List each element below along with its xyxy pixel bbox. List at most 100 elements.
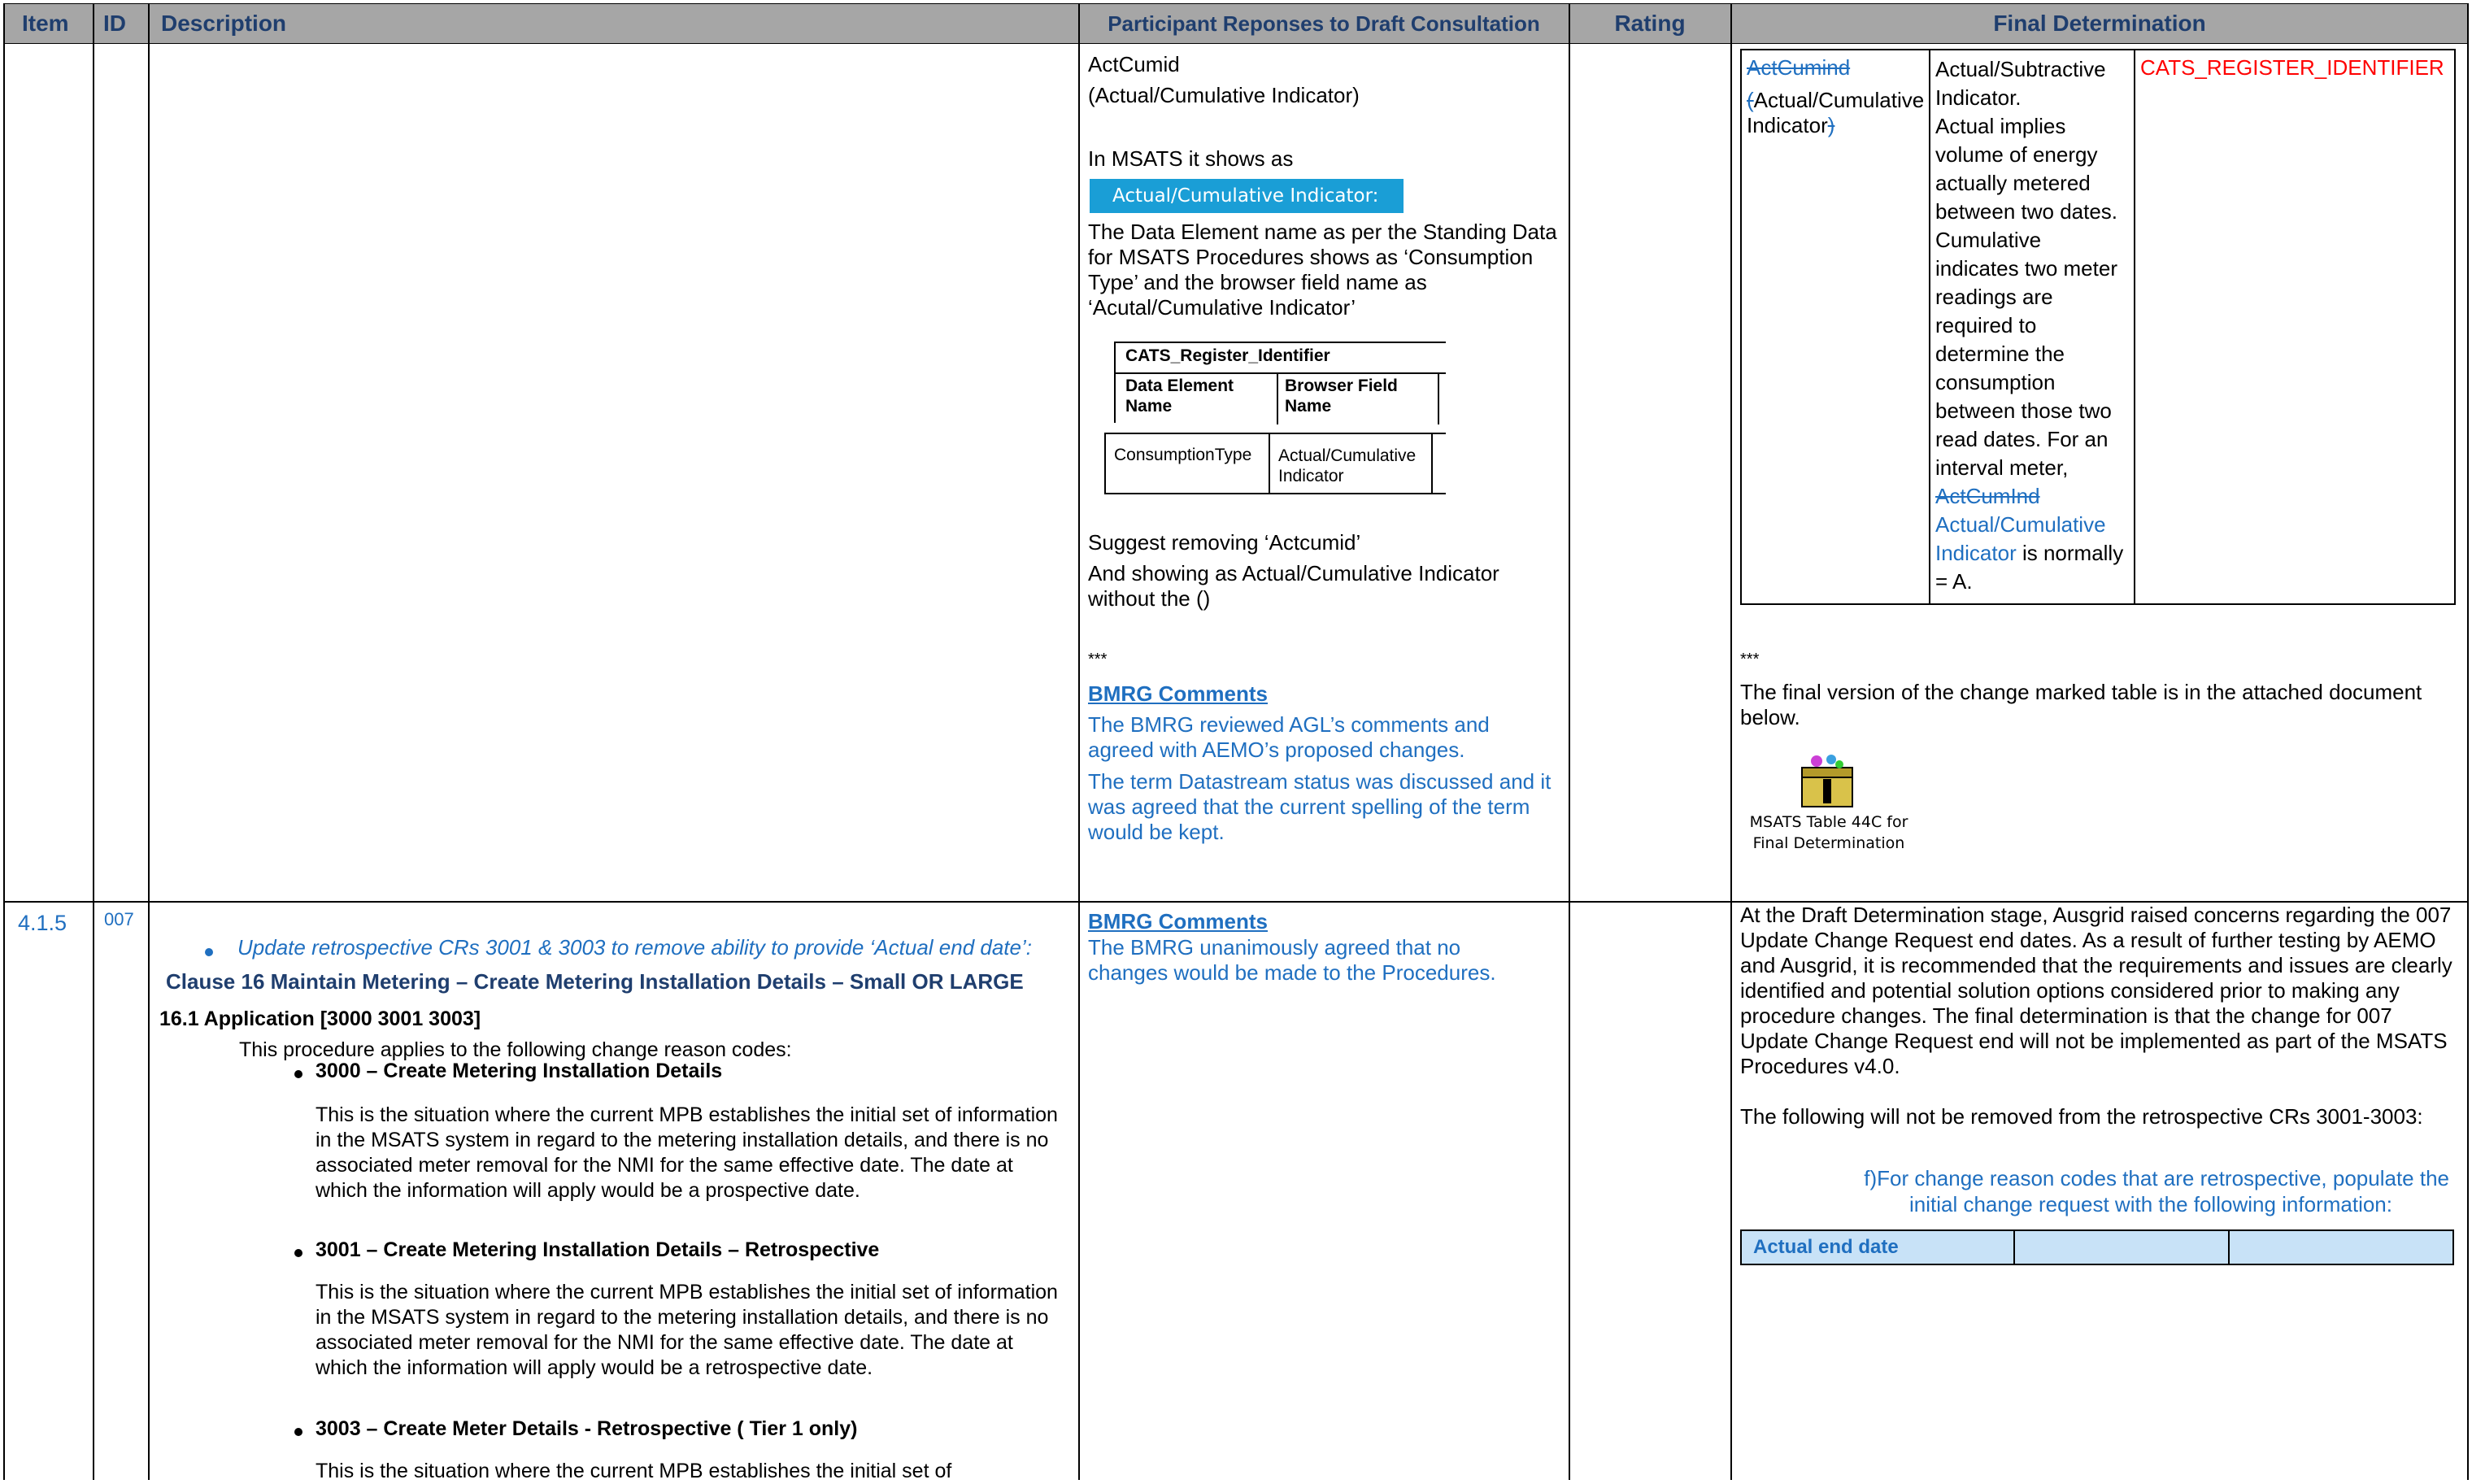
register-table-row-image: ConsumptionType Actual/Cumulative Indica… xyxy=(1104,433,1446,494)
suggest-removing-text: Suggest removing ‘Actcumid’ xyxy=(1088,530,1361,555)
final-separator-stars: *** xyxy=(1740,651,1760,668)
grid-line xyxy=(93,3,94,1480)
item-id: 007 xyxy=(104,909,134,929)
header-rating: Rating xyxy=(1569,3,1731,44)
bmrg-comment-2: The term Datastream status was discussed… xyxy=(1088,769,1552,844)
field-name-text: Actual/Cumulative Indicator xyxy=(1747,88,1925,137)
register-table-row-col1: ConsumptionType xyxy=(1114,446,1252,464)
grid-line xyxy=(3,3,5,1480)
separator-stars: *** xyxy=(1088,651,1108,668)
desc-line: indicates two meter xyxy=(1935,256,2117,281)
desc-line: required to xyxy=(1935,313,2037,337)
actual-end-date-cell: Actual end date xyxy=(1742,1231,2015,1264)
document-page: Item ID Description Participant Reponses… xyxy=(0,0,2472,1482)
desc-line: interval meter, xyxy=(1935,455,2069,480)
code-3001-heading: 3001 – Create Metering Installation Deta… xyxy=(316,1238,880,1261)
open-paren-struck: ( xyxy=(1747,88,1754,112)
attachment-icon[interactable] xyxy=(1799,753,1856,808)
code-3000-heading: 3000 – Create Metering Installation Deta… xyxy=(316,1060,723,1082)
item-number: 4.1.5 xyxy=(18,911,67,935)
bullet-icon xyxy=(205,948,213,956)
desc-line: = A. xyxy=(1935,569,1973,594)
procedure-clause-line1: f)For change reason codes that are retro… xyxy=(1864,1166,2449,1190)
bmrg-comments-heading-2: BMRG Comments xyxy=(1088,909,1269,933)
table-rule xyxy=(1438,372,1439,424)
header-responses: Participant Reponses to Draft Consultati… xyxy=(1078,3,1569,44)
final-version-note: The final version of the change marked t… xyxy=(1740,680,2422,729)
code-3000-text: This is the situation where the current … xyxy=(316,1103,1058,1202)
procedure-clause-line2: initial change request with the followin… xyxy=(1908,1192,2392,1216)
actcumind-struck: ActCumind xyxy=(1747,55,1851,80)
final-table-cell-3 xyxy=(2134,49,2456,605)
bullet-icon xyxy=(294,1249,302,1257)
register-table-title: CATS_Register_Identifier xyxy=(1125,346,1330,365)
code-3003-text: This is the situation where the current … xyxy=(316,1460,952,1482)
desc-line: volume of energy xyxy=(1935,142,2098,167)
grid-line xyxy=(1730,3,1732,1480)
clause-heading: Clause 16 Maintain Metering – Create Met… xyxy=(166,969,1024,994)
desc-line: between those two xyxy=(1935,398,2112,423)
final-field-description: Actual/Subtractive Indicator. Actual imp… xyxy=(1935,55,2134,596)
data-element-paragraph: The Data Element name as per the Standin… xyxy=(1088,220,1557,320)
code-3003-heading: 3003 – Create Meter Details - Retrospect… xyxy=(316,1417,858,1440)
desc-line: between two dates. xyxy=(1935,199,2118,224)
header-id-label: ID xyxy=(103,11,126,36)
msats-field-banner-label: Actual/Cumulative Indicator: xyxy=(1112,185,1379,207)
grid-line xyxy=(1569,3,1570,1480)
actcumid-description: (Actual/Cumulative Indicator) xyxy=(1088,83,1360,107)
register-table-row-col2: Actual/Cumulative Indicator xyxy=(1278,446,1417,485)
table-rule xyxy=(1269,434,1270,494)
table-rule xyxy=(1277,372,1278,424)
desc-line: determine the xyxy=(1935,342,2065,366)
header-final-label: Final Determination xyxy=(1993,11,2206,36)
grid-line xyxy=(1078,3,1080,1480)
desc-line: consumption xyxy=(1935,370,2056,394)
register-table-image: CATS_Register_Identifier Data Element Na… xyxy=(1114,342,1446,424)
grid-line xyxy=(2467,3,2469,1480)
desc-line: Actual implies xyxy=(1935,114,2066,138)
suggest-showing-text: And showing as Actual/Cumulative Indicat… xyxy=(1088,561,1499,611)
desc-tail: is normally xyxy=(2016,541,2124,565)
code-3001-text: This is the situation where the current … xyxy=(316,1281,1058,1379)
empty-cell xyxy=(2015,1231,2230,1264)
desc-line: readings are xyxy=(1935,285,2053,309)
bullet-icon xyxy=(294,1070,302,1078)
desc-line: Indicator. xyxy=(1935,85,2022,110)
header-item-label: Item xyxy=(22,11,69,36)
bullet-icon xyxy=(294,1428,302,1436)
not-removed-text: The following will not be removed from t… xyxy=(1740,1104,2423,1129)
desc-line: actually metered xyxy=(1935,171,2091,195)
attachment-label-line2: Final Determination xyxy=(1752,834,1905,852)
grid-line xyxy=(148,3,150,1480)
final-determination-paragraph: At the Draft Determination stage, Ausgri… xyxy=(1740,903,2452,1078)
header-description-label: Description xyxy=(161,11,287,36)
header-item: Item xyxy=(3,3,94,44)
actcumind-struck-2: ActCumInd xyxy=(1935,484,2040,508)
actual-end-date-table: Actual end date xyxy=(1740,1229,2454,1265)
header-description: Description xyxy=(149,3,1079,44)
desc-line: read dates. For an xyxy=(1935,427,2109,451)
new-field-name-line1: Actual/Cumulative xyxy=(1935,512,2106,537)
bmrg-comment-1: The BMRG reviewed AGL’s comments and agr… xyxy=(1088,712,1490,762)
header-rating-label: Rating xyxy=(1614,11,1686,36)
attachment-label[interactable]: MSATS Table 44C for Final Determination xyxy=(1745,812,1913,854)
msats-shows-text: In MSATS it shows as xyxy=(1088,146,1294,171)
actcumid-label: ActCumid xyxy=(1088,52,1180,76)
msats-field-banner: Actual/Cumulative Indicator: xyxy=(1090,179,1404,213)
table-rule xyxy=(1431,434,1433,494)
empty-cell xyxy=(2230,1231,2452,1264)
header-responses-label: Participant Reponses to Draft Consultati… xyxy=(1108,11,1540,36)
cats-register-identifier: CATS_REGISTER_IDENTIFIER xyxy=(2140,55,2444,80)
bmrg-comments-heading: BMRG Comments xyxy=(1088,681,1269,706)
header-final: Final Determination xyxy=(1730,3,2469,44)
attachment-label-line1: MSATS Table 44C for xyxy=(1749,813,1908,831)
bmrg-comment-3: The BMRG unanimously agreed that no chan… xyxy=(1088,935,1496,985)
close-paren-struck: ) xyxy=(1827,113,1835,137)
final-field-name: (Actual/Cumulative Indicator) xyxy=(1747,88,1934,138)
new-field-name-line2: Indicator xyxy=(1935,541,2017,565)
table-rule xyxy=(1116,372,1446,374)
desc-line: Actual/Subtractive xyxy=(1935,57,2106,81)
register-table-col2: Browser Field Name xyxy=(1285,376,1398,416)
application-heading: 16.1 Application [3000 3001 3003] xyxy=(159,1007,481,1030)
package-icon xyxy=(1801,755,1853,807)
